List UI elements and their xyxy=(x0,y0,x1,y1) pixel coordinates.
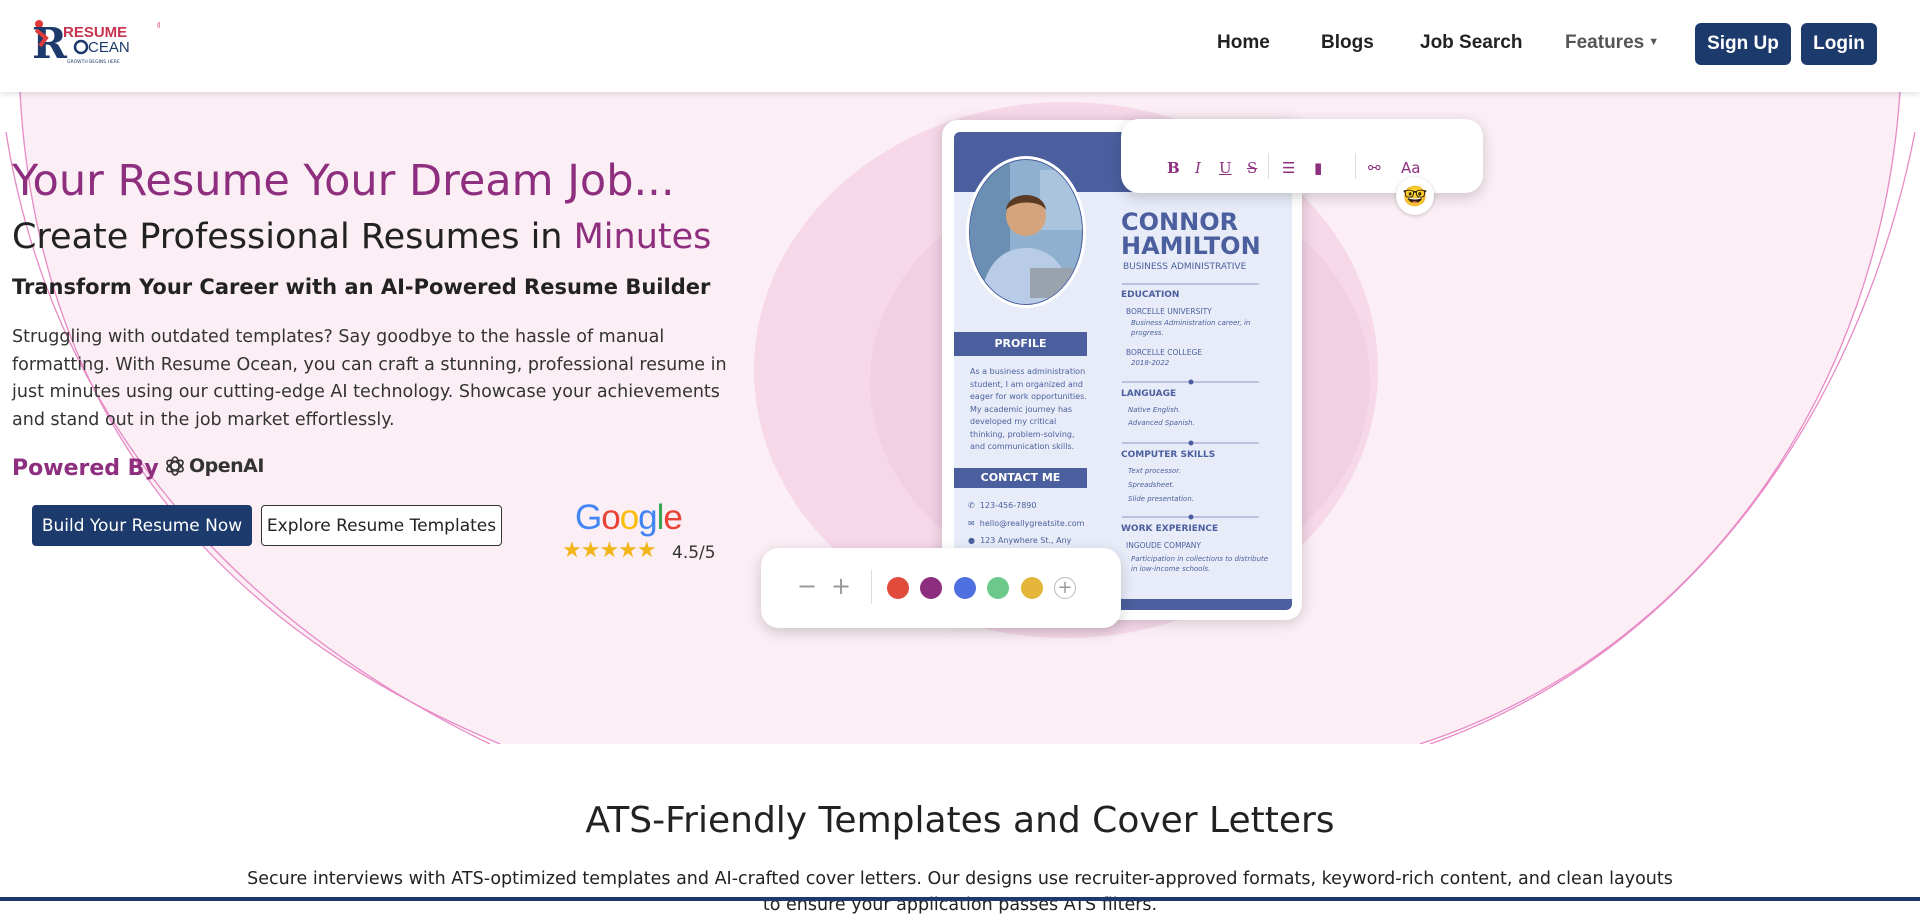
link-icon[interactable]: ⚯ xyxy=(1368,159,1381,177)
nav-features-dropdown[interactable]: Features ▼ xyxy=(1565,32,1659,54)
section-dividers xyxy=(1122,283,1259,520)
document-icon[interactable]: ▮ xyxy=(1314,159,1322,177)
svg-text:CEAN: CEAN xyxy=(88,39,130,56)
hero-title: Your Resume Your Dream Job... xyxy=(12,156,675,206)
formatting-toolbar: B I U S ☰ ▮ ⚯ Aa 🤓 xyxy=(1121,119,1483,215)
hero-tagline: Transform Your Career with an AI-Powered… xyxy=(12,275,711,299)
divider xyxy=(1268,153,1269,179)
italic-icon[interactable]: I xyxy=(1195,159,1201,177)
hero-section: Your Resume Your Dream Job... Create Pro… xyxy=(0,92,1920,744)
zoom-in-icon[interactable]: + xyxy=(831,572,851,600)
openai-logo: OpenAI xyxy=(164,455,264,477)
bold-icon[interactable]: B xyxy=(1167,159,1180,177)
nav-blogs[interactable]: Blogs xyxy=(1321,32,1374,54)
hero-description: Struggling with outdated templates? Say … xyxy=(12,327,727,430)
hero-subtitle: Create Professional Resumes in Minutes xyxy=(12,217,711,257)
build-resume-button[interactable]: Build Your Resume Now xyxy=(32,505,252,546)
sign-up-button[interactable]: Sign Up xyxy=(1695,23,1791,65)
caret-down-icon: ▼ xyxy=(1648,36,1660,48)
login-button[interactable]: Login xyxy=(1801,23,1877,65)
nav-job-search[interactable]: Job Search xyxy=(1420,32,1522,54)
zoom-out-icon[interactable]: − xyxy=(797,572,817,600)
resume-ocean-logo[interactable]: R RESUME ® CEAN GROWTH BEGINS HERE xyxy=(30,16,164,68)
ats-section-description: Secure interviews with ATS-optimized tem… xyxy=(247,869,1673,915)
divider xyxy=(871,570,872,604)
strikethrough-icon[interactable]: S xyxy=(1247,159,1257,177)
nav-features-label: Features xyxy=(1565,32,1645,53)
resume-preview: CONNOR HAMILTON BUSINESS ADMINISTRATIVE … xyxy=(954,132,1292,610)
color-swatch-purple[interactable] xyxy=(920,577,942,599)
hero-subtitle-accent: Minutes xyxy=(573,217,712,257)
rating-stars: ★★★★★ xyxy=(562,538,657,563)
bottom-border xyxy=(0,897,1920,901)
top-navbar: R RESUME ® CEAN GROWTH BEGINS HERE Home … xyxy=(0,0,1920,92)
color-swatch-yellow[interactable] xyxy=(1021,577,1043,599)
color-swatch-red[interactable] xyxy=(887,577,909,599)
svg-text:GROWTH BEGINS HERE: GROWTH BEGINS HERE xyxy=(67,59,120,65)
powered-by-label: Powered By xyxy=(12,456,159,481)
ats-section-title: ATS-Friendly Templates and Cover Letters xyxy=(585,800,1335,841)
hero-subtitle-text: Create Professional Resumes in xyxy=(12,217,574,257)
color-picker-bar: − + + xyxy=(761,548,1121,628)
explore-templates-button[interactable]: Explore Resume Templates xyxy=(261,505,502,546)
nav-home[interactable]: Home xyxy=(1217,32,1270,54)
openai-icon xyxy=(166,456,184,476)
underline-icon[interactable]: U xyxy=(1219,159,1232,177)
list-icon[interactable]: ☰ xyxy=(1282,159,1295,177)
add-color-icon[interactable]: + xyxy=(1054,577,1076,599)
color-swatch-blue[interactable] xyxy=(954,577,976,599)
resume-preview-card: CONNOR HAMILTON BUSINESS ADMINISTRATIVE … xyxy=(942,120,1302,620)
font-icon[interactable]: Aa xyxy=(1401,159,1420,177)
color-swatch-green[interactable] xyxy=(987,577,1009,599)
rating-value: 4.5/5 xyxy=(672,543,716,563)
divider xyxy=(1355,153,1356,179)
google-logo: Google xyxy=(575,498,683,537)
emoji-icon: 🤓 xyxy=(1396,177,1434,215)
openai-text: OpenAI xyxy=(189,455,264,477)
svg-text:®: ® xyxy=(156,21,160,30)
